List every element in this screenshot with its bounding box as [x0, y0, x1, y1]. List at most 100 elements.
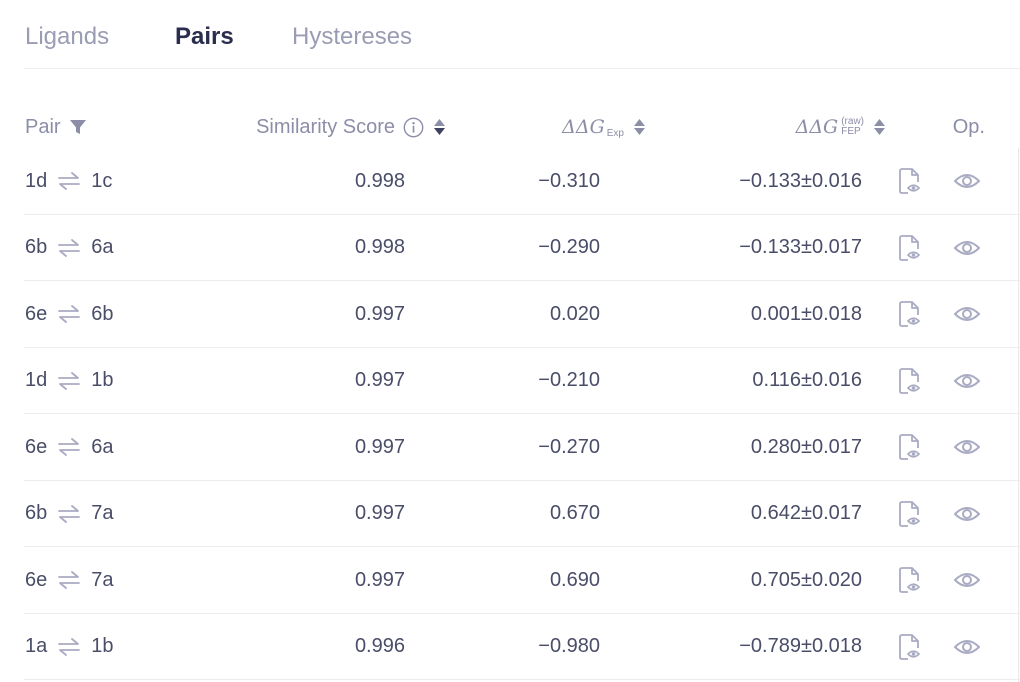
pair-ligand-a[interactable]: 1d	[25, 369, 47, 392]
ddg-fep-value: −0.133±0.017	[739, 236, 862, 258]
swap-arrows-icon	[57, 238, 81, 258]
table-row: 1d 1c 0.998 −0.310 −0.133±0.016	[24, 148, 1020, 215]
document-view-icon[interactable]	[897, 348, 923, 414]
sort-ddg-fep[interactable]	[874, 119, 885, 135]
table-header: Pair Similarity Score ΔΔG Exp ΔΔG (raw) …	[24, 100, 1020, 148]
ddg-fep-value: 0.642±0.017	[750, 502, 862, 524]
ddg-fep-value: −0.133±0.016	[739, 169, 862, 192]
sort-down-icon	[634, 128, 645, 135]
swap-arrows-icon	[57, 570, 81, 590]
pair-ligand-a[interactable]: 1a	[25, 635, 47, 658]
table-row: 6b 6a 0.998 −0.290 −0.133±0.017	[24, 215, 1020, 281]
eye-icon[interactable]	[953, 414, 981, 480]
sort-up-icon	[634, 119, 645, 126]
swap-arrows-icon	[57, 504, 81, 524]
document-view-icon[interactable]	[897, 547, 923, 613]
table-row: 6b 7a 0.997 0.670 0.642±0.017	[24, 481, 1020, 547]
eye-icon[interactable]	[953, 481, 981, 547]
sort-down-icon	[434, 128, 445, 135]
document-view-icon[interactable]	[897, 148, 923, 214]
sort-similarity[interactable]	[434, 119, 445, 135]
swap-arrows-icon	[57, 171, 81, 191]
ddg-fep-value: 0.280±0.017	[750, 435, 862, 458]
pair-cell: 1d 1b	[25, 348, 114, 414]
filter-icon[interactable]	[69, 118, 87, 136]
document-view-icon[interactable]	[897, 614, 923, 680]
swap-arrows-icon	[57, 637, 81, 657]
table-row: 1d 1b 0.997 −0.210 0.116±0.016	[24, 348, 1020, 414]
pair-cell: 6b 7a	[25, 481, 114, 547]
ddg-exp-value: −0.310	[538, 169, 600, 192]
pair-ligand-a[interactable]: 6b	[25, 236, 47, 259]
swap-arrows-icon	[57, 304, 81, 324]
table-row: 1a 1b 0.996 −0.980 −0.789±0.018	[24, 614, 1020, 680]
ddg-fep-value: 0.116±0.016	[752, 369, 862, 391]
similarity-score: 0.998	[354, 236, 405, 258]
eye-icon[interactable]	[953, 281, 981, 347]
pair-ligand-b[interactable]: 1c	[91, 170, 112, 193]
document-view-icon[interactable]	[897, 215, 923, 281]
similarity-score: 0.997	[354, 502, 405, 524]
pair-ligand-b[interactable]: 6b	[91, 303, 113, 326]
tab-ligands[interactable]: Ligands	[25, 22, 109, 52]
ddg-exp-value: −0.290	[538, 236, 600, 258]
pair-ligand-a[interactable]: 6e	[25, 303, 47, 326]
ddg-exp-value: 0.670	[549, 502, 600, 524]
similarity-score: 0.997	[354, 302, 405, 325]
ddg-fep-value: −0.789±0.018	[739, 635, 862, 657]
ddg-fep-value: 0.705±0.020	[750, 568, 862, 591]
pair-ligand-b[interactable]: 6a	[91, 436, 113, 459]
eye-icon[interactable]	[953, 547, 981, 613]
pair-cell: 6e 7a	[25, 547, 114, 613]
header-similarity-label: Similarity Score	[256, 115, 395, 138]
header-ddg-exp: ΔΔG Exp	[562, 112, 645, 142]
similarity-score: 0.997	[354, 369, 405, 391]
header-pair: Pair	[25, 112, 87, 142]
header-ddg-exp-symbol: ΔΔG	[562, 116, 605, 138]
header-ddg-fep-sub: FEP	[841, 126, 861, 137]
document-view-icon[interactable]	[897, 281, 923, 347]
ddg-exp-value: −0.210	[538, 369, 600, 391]
pair-cell: 6b 6a	[25, 215, 114, 281]
pair-cell: 1d 1c	[25, 148, 112, 214]
ddg-exp-value: −0.270	[538, 435, 600, 458]
pair-ligand-a[interactable]: 6e	[25, 436, 47, 459]
similarity-score: 0.996	[354, 635, 405, 657]
header-ddg-exp-sub: Exp	[606, 127, 624, 139]
pairs-panel: Ligands Pairs Hystereses Pair Similarity…	[0, 0, 1020, 682]
document-view-icon[interactable]	[897, 414, 923, 480]
eye-icon[interactable]	[953, 348, 981, 414]
pair-ligand-a[interactable]: 1d	[25, 170, 47, 193]
header-op: Op.	[952, 115, 985, 138]
header-ddg-fep-symbol: ΔΔG	[795, 116, 839, 138]
swap-arrows-icon	[57, 437, 81, 457]
tab-bar: Ligands Pairs Hystereses	[24, 0, 1020, 69]
header-similarity: Similarity Score	[256, 112, 445, 142]
similarity-score: 0.998	[354, 169, 405, 192]
info-icon[interactable]	[403, 117, 424, 138]
table-row: 6e 6a 0.997 −0.270 0.280±0.017	[24, 414, 1020, 481]
pair-ligand-b[interactable]: 1b	[91, 369, 113, 392]
pair-ligand-b[interactable]: 6a	[91, 236, 113, 259]
pair-cell: 6e 6a	[25, 414, 114, 480]
eye-icon[interactable]	[953, 215, 981, 281]
ddg-exp-value: −0.980	[538, 635, 600, 657]
sort-ddg-exp[interactable]	[634, 119, 645, 135]
pair-cell: 6e 6b	[25, 281, 114, 347]
header-ddg-fep: ΔΔG (raw) FEP	[796, 112, 885, 142]
sort-up-icon	[874, 119, 885, 126]
eye-icon[interactable]	[953, 614, 981, 680]
tab-hystereses[interactable]: Hystereses	[292, 22, 412, 52]
table-body: 1d 1c 0.998 −0.310 −0.133±0.016 6b 6a 0.…	[24, 148, 1020, 680]
pair-ligand-a[interactable]: 6e	[25, 569, 47, 592]
table-row: 6e 6b 0.997 0.020 0.001±0.018	[24, 281, 1020, 348]
pair-ligand-b[interactable]: 1b	[91, 635, 113, 658]
pair-ligand-b[interactable]: 7a	[91, 502, 113, 525]
similarity-score: 0.997	[354, 435, 405, 458]
pair-ligand-b[interactable]: 7a	[91, 569, 113, 592]
tab-pairs[interactable]: Pairs	[175, 22, 234, 52]
pair-ligand-a[interactable]: 6b	[25, 502, 47, 525]
eye-icon[interactable]	[953, 148, 981, 214]
document-view-icon[interactable]	[897, 481, 923, 547]
ddg-exp-value: 0.690	[549, 568, 600, 591]
